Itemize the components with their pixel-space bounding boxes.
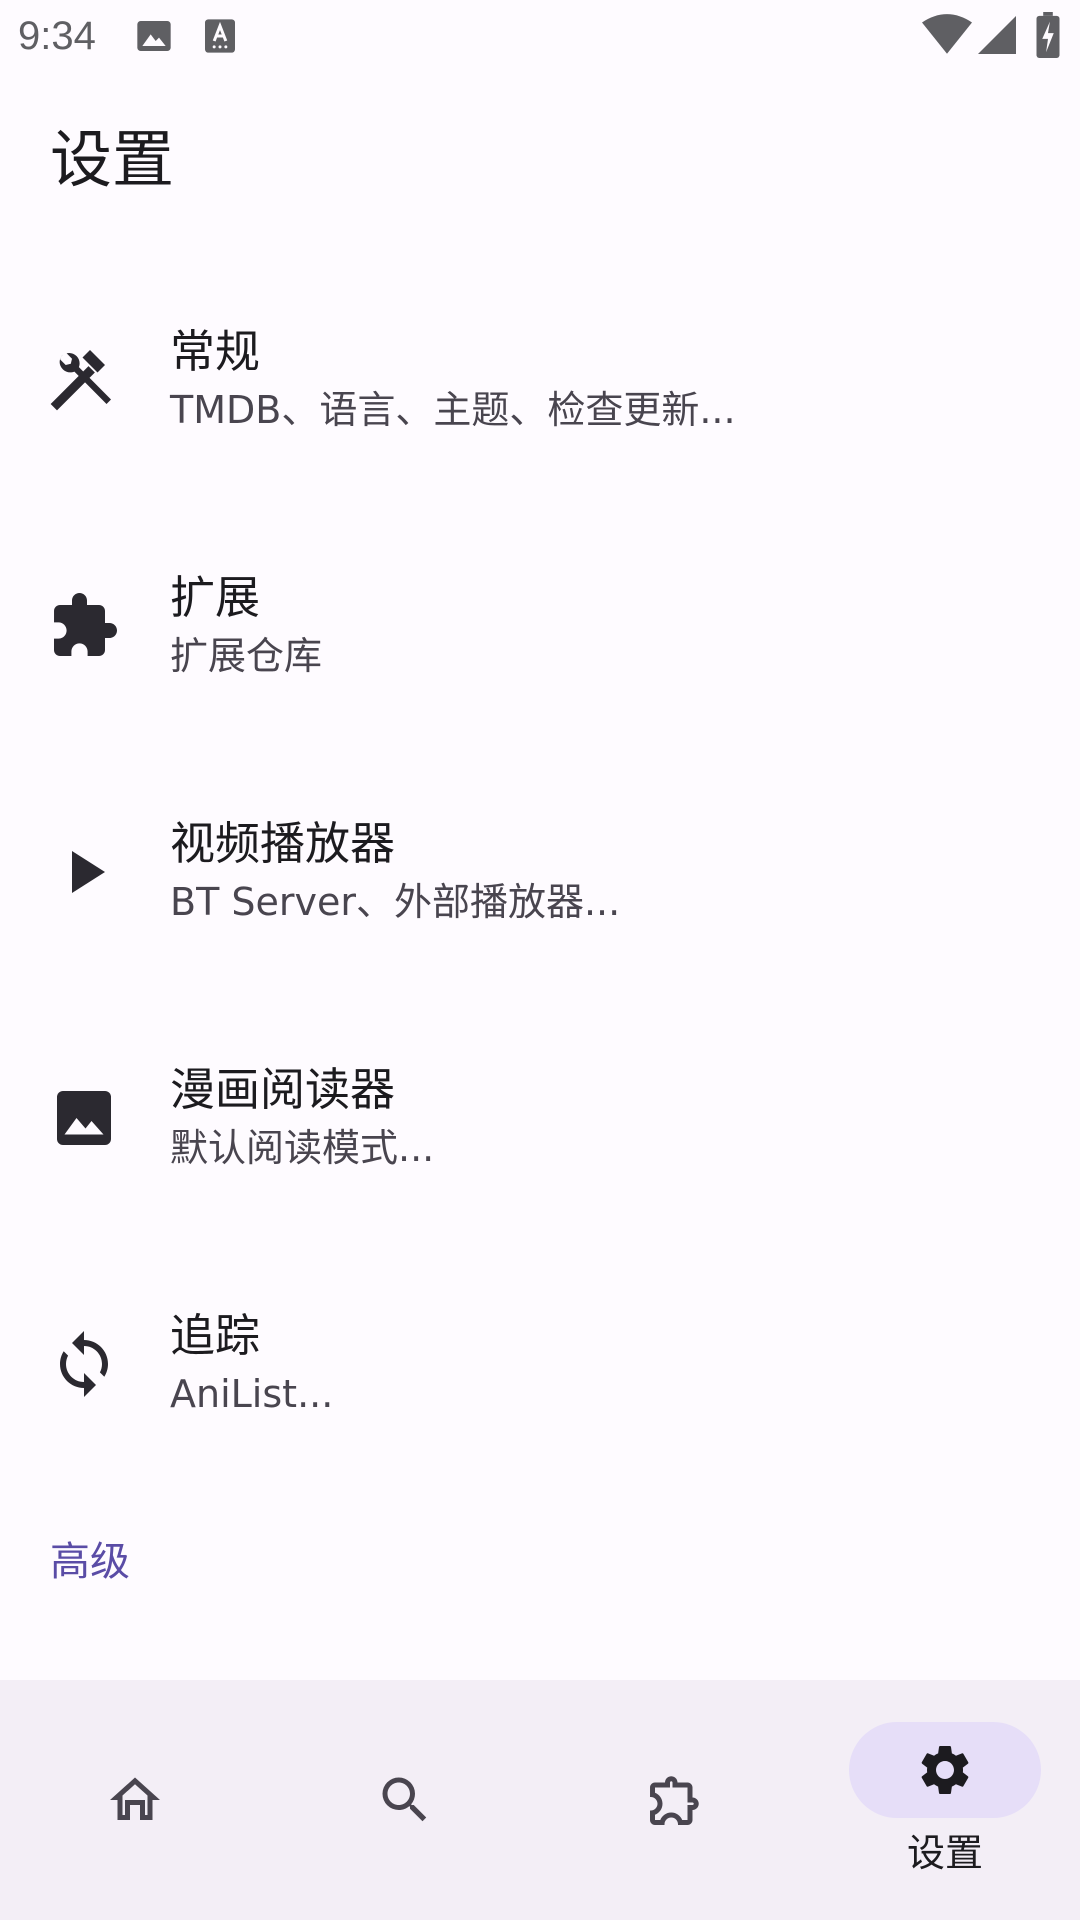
image-icon — [57, 1091, 111, 1145]
nav-item-home[interactable] — [0, 1680, 270, 1920]
settings-item-title: 漫画阅读器 — [170, 1063, 396, 1116]
settings-item-subtitle: AniList... — [170, 1372, 334, 1416]
nav-item-settings[interactable]: 设置 — [810, 1680, 1080, 1920]
settings-item-tracking[interactable]: 追踪 AniList... — [0, 1236, 1080, 1482]
settings-item-title: 常规 — [170, 325, 261, 378]
page-title: 设置 — [50, 123, 175, 196]
text-recognition-icon — [205, 19, 235, 53]
cellular-signal-icon — [978, 16, 1016, 54]
settings-item-subtitle: TMDB、语言、主题、检查更新... — [170, 388, 736, 432]
battery-charging-icon — [1036, 12, 1060, 58]
nav-active-indicator — [849, 1722, 1041, 1818]
sync-icon — [60, 1331, 108, 1397]
play-icon — [72, 851, 105, 893]
image-icon — [137, 21, 171, 51]
settings-item-extensions[interactable]: 扩展 扩展仓库 — [0, 498, 1080, 744]
nav-label-settings: 设置 — [906, 1831, 983, 1875]
settings-item-subtitle: 扩展仓库 — [170, 634, 323, 678]
tools-icon — [50, 350, 111, 411]
nav-item-search[interactable] — [270, 1680, 540, 1920]
search-icon — [382, 1777, 427, 1822]
settings-item-title: 扩展 — [170, 571, 261, 624]
settings-item-title: 视频播放器 — [170, 817, 396, 870]
settings-item-subtitle: 默认阅读模式... — [170, 1126, 435, 1170]
settings-item-title: 追踪 — [170, 1309, 261, 1362]
settings-item-manga-reader[interactable]: 漫画阅读器 默认阅读模式... — [0, 990, 1080, 1236]
settings-screen: 9:34 设置 常规 TMDB、语言、主题、检查更新... 扩展 扩展仓库 视频… — [0, 0, 1080, 1920]
bottom-navigation: 设置 — [0, 1680, 1080, 1920]
status-bar: 9:34 — [0, 0, 1080, 72]
settings-item-subtitle: BT Server、外部播放器... — [170, 880, 621, 924]
status-time: 9:34 — [18, 14, 96, 58]
extension-icon — [54, 593, 117, 656]
section-header-advanced[interactable]: 高级 — [50, 1534, 130, 1590]
settings-item-general[interactable]: 常规 TMDB、语言、主题、检查更新... — [0, 252, 1080, 498]
nav-item-extensions[interactable] — [540, 1680, 810, 1920]
gear-icon — [921, 1746, 969, 1794]
home-icon — [110, 1777, 160, 1820]
settings-item-video-player[interactable]: 视频播放器 BT Server、外部播放器... — [0, 744, 1080, 990]
extension-outline-icon — [650, 1776, 699, 1825]
wifi-icon — [922, 14, 972, 54]
